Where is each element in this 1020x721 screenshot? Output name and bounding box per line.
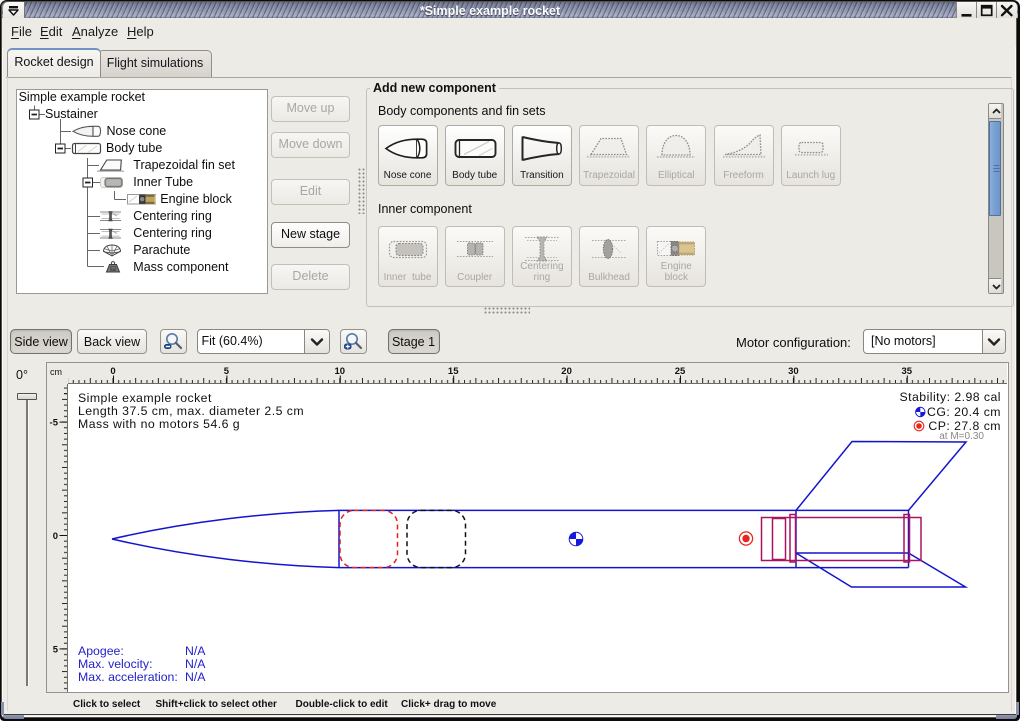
svg-text:0: 0 [110, 366, 115, 377]
svg-text:35: 35 [902, 366, 913, 377]
svg-text:-5: -5 [50, 418, 59, 429]
svg-text:5: 5 [53, 644, 59, 655]
svg-text:10: 10 [335, 366, 346, 377]
svg-text:5: 5 [224, 366, 230, 377]
svg-text:30: 30 [788, 366, 799, 377]
svg-text:25: 25 [675, 366, 686, 377]
svg-text:20: 20 [561, 366, 572, 377]
svg-text:0: 0 [53, 531, 58, 542]
svg-text:kg: kg [111, 267, 115, 271]
svg-text:15: 15 [448, 366, 459, 377]
